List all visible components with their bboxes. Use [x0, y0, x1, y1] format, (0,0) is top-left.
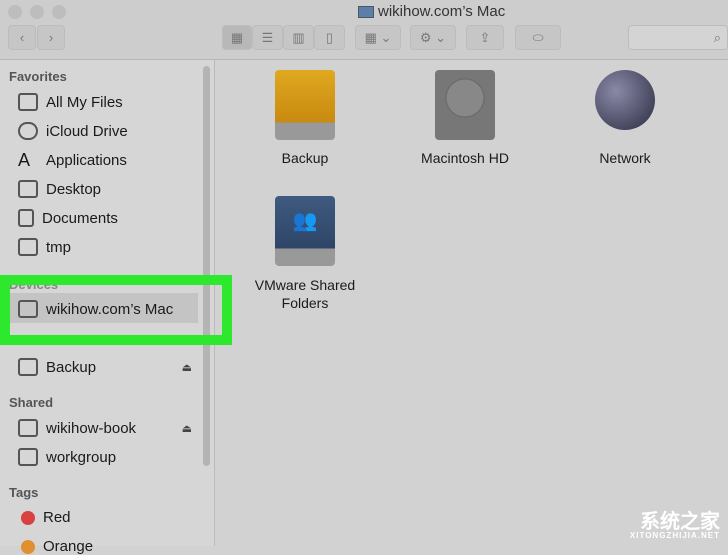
sidebar-item-tmp[interactable]: tmp [18, 238, 196, 256]
search-input[interactable]: ⌕ [628, 25, 728, 50]
files-icon [18, 93, 38, 111]
share-button[interactable]: ⇪ [466, 25, 504, 50]
title-bar: wikihow.com’s Mac ‹ › ▦ ☰ ▥ ▯ ▦ ⌄ ⚙ ⌄ ⇪ … [0, 0, 728, 60]
cloud-icon [18, 122, 38, 140]
applications-icon: A [18, 150, 31, 170]
drive-icon [18, 358, 38, 376]
tags-heading: Tags [9, 485, 39, 500]
zoom-button[interactable] [52, 5, 66, 19]
arrange-button[interactable]: ▦ ⌄ [355, 25, 401, 50]
sidebar-item-workgroup[interactable]: workgroup [18, 448, 196, 466]
sidebar-item-wikihow-book[interactable]: wikihow-book ⏏ [18, 419, 196, 437]
file-macintosh-hd[interactable]: Macintosh HD [400, 70, 530, 166]
forward-button[interactable]: › [37, 25, 65, 50]
coverflow-view-button[interactable]: ▯ [314, 25, 345, 50]
column-view-button[interactable]: ▥ [283, 25, 314, 50]
document-icon [18, 209, 34, 227]
orange-tag-icon [21, 539, 35, 554]
search-icon: ⌕ [713, 29, 721, 45]
back-button[interactable]: ‹ [8, 25, 36, 50]
computer-icon [18, 419, 38, 437]
eject-icon[interactable]: ⏏ [182, 361, 192, 374]
minimize-button[interactable] [30, 5, 44, 19]
computer-icon [358, 5, 374, 18]
icon-view-button[interactable]: ▦ [222, 25, 252, 50]
sidebar-item-tag-red[interactable]: Red [18, 509, 196, 526]
hard-disk-icon [435, 70, 495, 140]
list-view-button[interactable]: ☰ [252, 25, 283, 50]
file-backup[interactable]: Backup [240, 70, 370, 166]
red-tag-icon [21, 510, 35, 525]
close-button[interactable] [8, 5, 22, 19]
shared-heading: Shared [9, 395, 54, 410]
tag-button[interactable]: ⬭ [515, 25, 561, 50]
sidebar-item-icloud-drive[interactable]: iCloud Drive [18, 122, 196, 140]
watermark: 系统之家 XITONGZHIJIA.NET [629, 511, 720, 540]
sidebar-item-documents[interactable]: Documents [18, 209, 196, 227]
sidebar-item-all-my-files[interactable]: All My Files [18, 93, 196, 111]
desktop-icon [18, 180, 38, 198]
sidebar-item-backup[interactable]: Backup ⏏ [18, 358, 196, 376]
eject-icon[interactable]: ⏏ [182, 422, 192, 435]
sidebar-item-tag-orange[interactable]: Orange [18, 538, 196, 555]
window-title: wikihow.com’s Mac [358, 3, 505, 20]
action-gear-button[interactable]: ⚙ ⌄ [410, 25, 456, 50]
sidebar-item-applications[interactable]: A Applications [18, 151, 196, 169]
favorites-heading: Favorites [9, 69, 67, 84]
highlight-box [0, 275, 232, 345]
folder-icon [18, 238, 38, 256]
drive-icon [275, 70, 335, 140]
file-network[interactable]: Network [560, 70, 690, 166]
sidebar-scrollbar[interactable] [203, 66, 210, 466]
sidebar-item-desktop[interactable]: Desktop [18, 180, 196, 198]
file-vmware-shared-folders[interactable]: 👥 VMware Shared Folders [240, 196, 370, 312]
shared-folder-icon: 👥 [275, 196, 335, 266]
computer-icon [18, 448, 38, 466]
globe-icon [595, 70, 655, 130]
